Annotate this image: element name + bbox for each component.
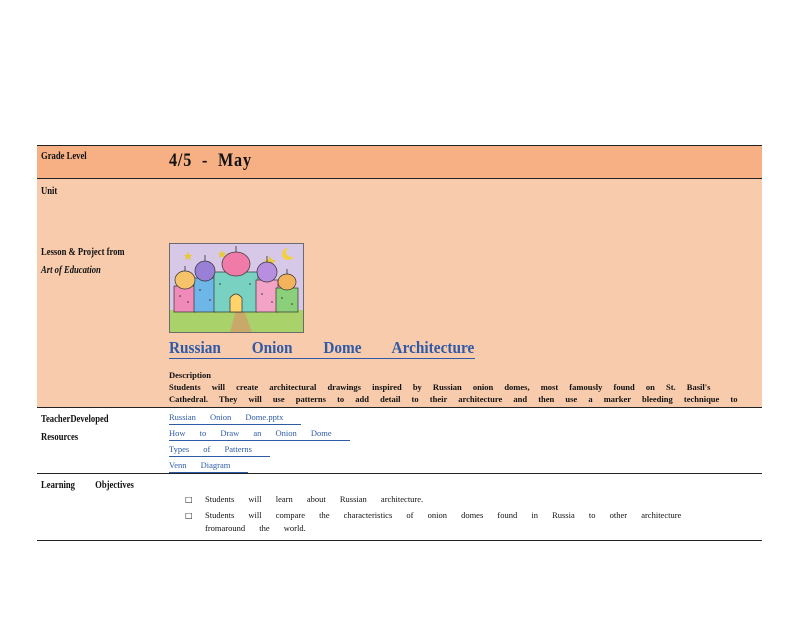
square-bullet-icon: □ (185, 495, 193, 504)
lesson-source-label: Lesson & Project from Art of Education (41, 244, 131, 280)
resources-links: Russian Onion Dome.pptx How to Draw an O… (169, 411, 350, 475)
learning-objectives-label: Learning Objectives (41, 480, 134, 491)
list-item: □ Students will compare the characterist… (185, 509, 732, 535)
onion-dome-drawing-image (169, 243, 304, 333)
unit-row: Unit Lesson & Project from Art of Educat… (37, 179, 762, 416)
resource-link-patterns[interactable]: Types of Patterns (169, 443, 270, 457)
objectives-list: □ Students will learn about Russian arch… (185, 493, 732, 538)
lesson-title: Russian Onion Dome Architecture (169, 338, 475, 359)
artwork-svg (170, 244, 303, 332)
resources-row: TeacherDeveloped Resources Russian Onion… (37, 408, 762, 474)
objective-text: Students will compare the characteristic… (205, 510, 682, 533)
objective-text: Students will learn about Russian archit… (205, 494, 424, 504)
grade-level-label: Grade Level (41, 151, 87, 162)
grade-level-value: 4/5 - May (169, 150, 252, 171)
lesson-source-prefix: Lesson & Project from (41, 247, 125, 258)
grade-level-row: Grade Level 4/5 - May (37, 145, 762, 179)
lesson-plan-table: Grade Level 4/5 - May Unit Lesson & Proj… (37, 145, 762, 541)
learning-objectives-row: Learning Objectives □ Students will lear… (37, 474, 762, 541)
resource-link-venn[interactable]: Venn Diagram (169, 459, 249, 473)
square-bullet-icon: □ (185, 511, 193, 520)
resource-link-how-to-draw[interactable]: How to Draw an Onion Dome (169, 427, 350, 441)
lesson-source-name: Art of Education (41, 265, 101, 276)
resource-link-pptx[interactable]: Russian Onion Dome.pptx (169, 411, 302, 425)
resources-label: TeacherDeveloped Resources (41, 414, 109, 443)
unit-label: Unit (41, 186, 58, 197)
list-item: □ Students will learn about Russian arch… (185, 493, 732, 506)
description-heading: Description (169, 370, 212, 380)
